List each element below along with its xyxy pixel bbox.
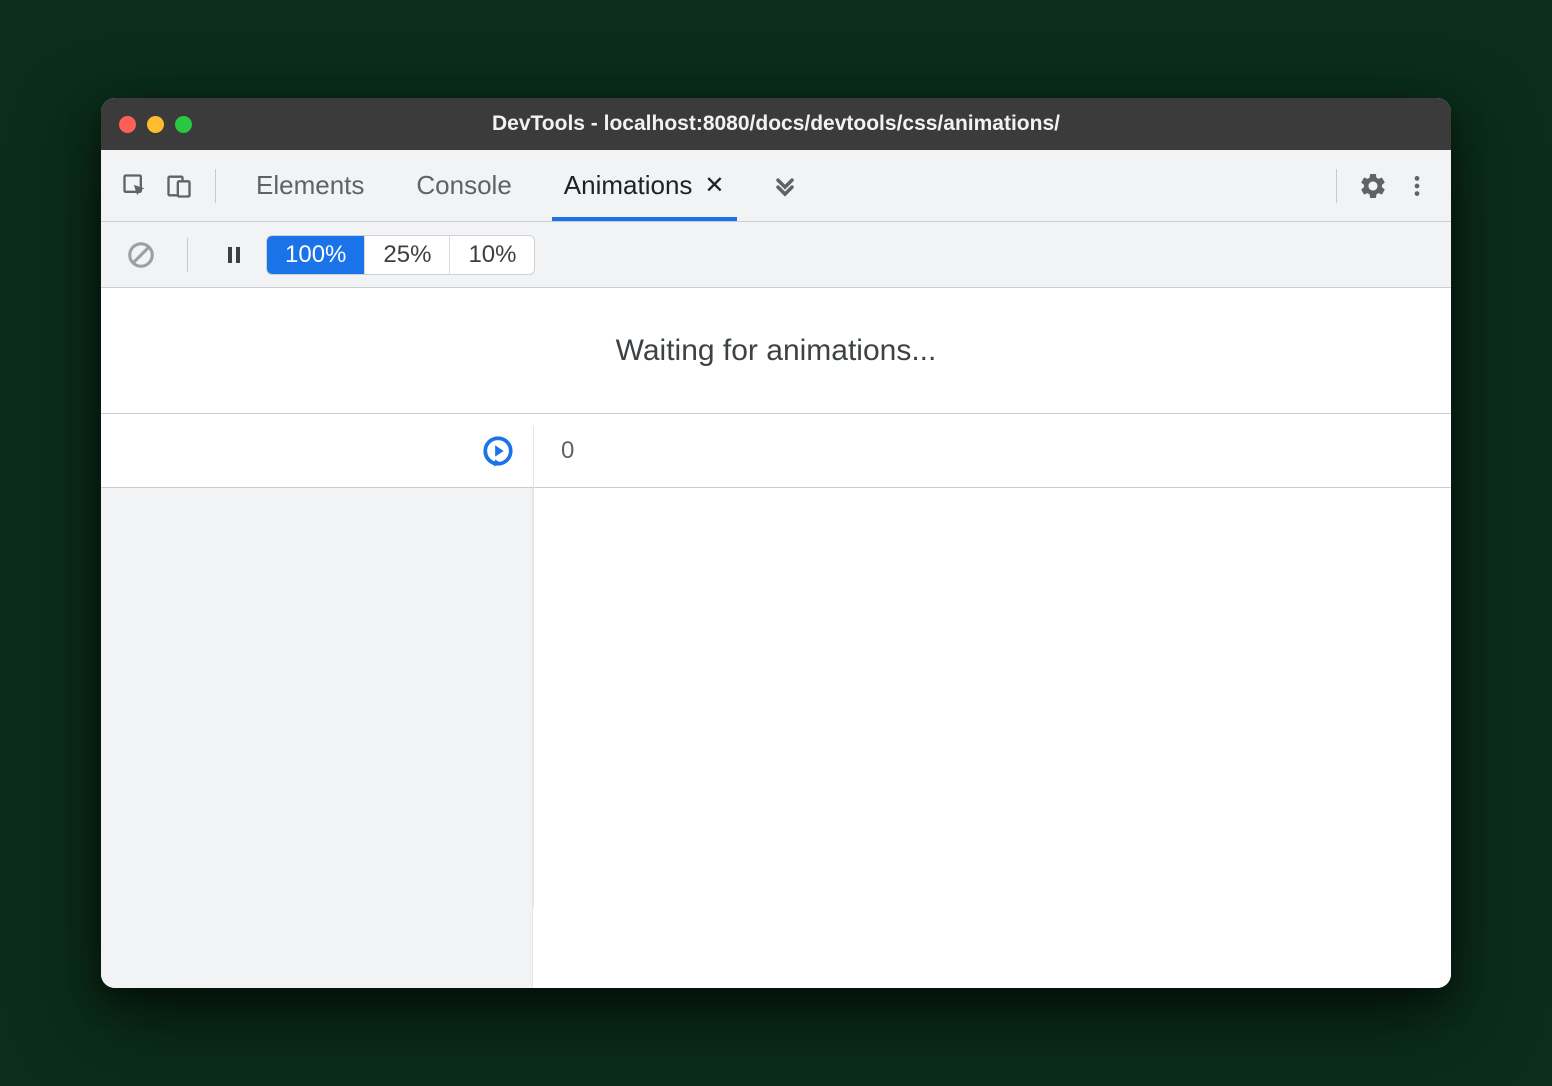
device-toggle-icon[interactable] — [157, 164, 201, 208]
pause-button[interactable] — [212, 233, 256, 277]
speed-label: 10% — [468, 241, 516, 269]
separator — [1336, 169, 1337, 203]
window-title: DevTools - localhost:8080/docs/devtools/… — [101, 112, 1451, 136]
close-icon[interactable]: ✕ — [704, 171, 724, 200]
timeline-header: 0 — [101, 414, 1451, 488]
kebab-icon — [1404, 173, 1430, 199]
devtools-window: DevTools - localhost:8080/docs/devtools/… — [101, 98, 1451, 988]
speed-label: 25% — [383, 241, 431, 269]
gear-icon — [1358, 171, 1388, 201]
window-close-button[interactable] — [119, 116, 136, 133]
animations-main — [101, 488, 1451, 988]
playback-speed-group: 100% 25% 10% — [266, 235, 535, 275]
titlebar: DevTools - localhost:8080/docs/devtools/… — [101, 98, 1451, 150]
settings-button[interactable] — [1351, 164, 1395, 208]
pause-icon — [222, 243, 246, 267]
tab-label: Animations — [564, 170, 693, 201]
tab-console[interactable]: Console — [390, 150, 537, 221]
more-menu-button[interactable] — [1395, 164, 1439, 208]
select-element-icon[interactable] — [113, 164, 157, 208]
speed-100[interactable]: 100% — [267, 236, 365, 274]
waiting-message: Waiting for animations... — [101, 288, 1451, 414]
separator — [187, 238, 188, 272]
clear-icon — [126, 240, 156, 270]
separator — [215, 169, 216, 203]
replay-icon[interactable] — [481, 434, 515, 468]
tab-animations[interactable]: Animations ✕ — [538, 150, 751, 221]
window-controls — [119, 116, 192, 133]
speed-25[interactable]: 25% — [365, 236, 450, 274]
window-minimize-button[interactable] — [147, 116, 164, 133]
speed-10[interactable]: 10% — [450, 236, 534, 274]
animations-timeline-pane — [533, 488, 1451, 988]
more-tabs-button[interactable] — [751, 150, 819, 221]
clear-button[interactable] — [119, 233, 163, 277]
tabs-bar: Elements Console Animations ✕ — [101, 150, 1451, 222]
speed-label: 100% — [285, 241, 346, 269]
toolbar-right — [1322, 164, 1439, 208]
timeline-ruler[interactable]: 0 — [533, 414, 1451, 487]
toolbar-left — [113, 164, 230, 208]
timeline-start-label: 0 — [561, 437, 574, 465]
timeline-replay — [101, 414, 533, 487]
animations-list-pane — [101, 488, 533, 988]
tab-elements[interactable]: Elements — [230, 150, 390, 221]
tab-label: Elements — [256, 170, 364, 201]
panel-tabs: Elements Console Animations ✕ — [230, 150, 1322, 221]
tab-label: Console — [416, 170, 511, 201]
window-zoom-button[interactable] — [175, 116, 192, 133]
animation-controls: 100% 25% 10% — [101, 222, 1451, 288]
